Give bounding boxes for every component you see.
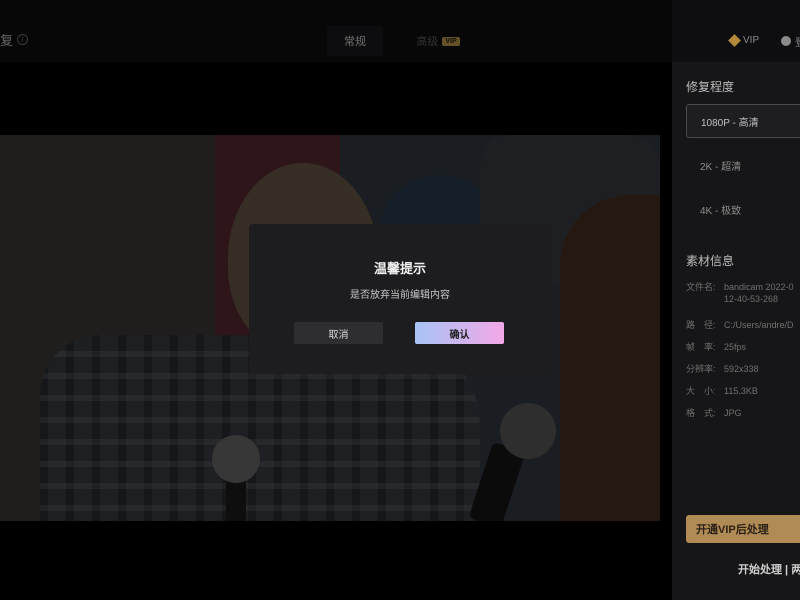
info-filename-cont: 12-40-53-268	[724, 294, 778, 304]
open-vip-button[interactable]: 开通VIP后处理	[686, 515, 800, 543]
info-label: 路 径:	[686, 320, 716, 330]
info-value: C:/Users/andre/D	[724, 320, 794, 330]
cancel-button[interactable]: 取消	[294, 322, 383, 344]
info-value: 12-40-53-268	[724, 294, 779, 304]
info-value: 25fps	[724, 342, 747, 352]
info-value: JPG	[724, 408, 742, 418]
confirm-button[interactable]: 确认	[415, 322, 504, 344]
vip-link[interactable]: VIP	[728, 34, 760, 47]
diamond-icon	[728, 34, 741, 47]
option-4k[interactable]: 4K - 极致	[686, 192, 800, 226]
info-resolution: 分辨率: 592x338	[686, 362, 759, 375]
vip-link-label: VIP	[743, 35, 760, 46]
info-framerate: 帧 率: 25fps	[686, 340, 746, 353]
start-process-button[interactable]: 开始处理 | 两	[738, 561, 800, 577]
option-2k[interactable]: 2K - 超清	[686, 148, 800, 182]
info-value: 592x338	[724, 364, 759, 374]
option-2k-label: 2K - 超清	[700, 161, 742, 173]
info-label: 格 式:	[686, 408, 716, 418]
info-path: 路 径: C:/Users/andre/D	[686, 318, 794, 331]
login-link[interactable]: 登	[795, 34, 800, 49]
info-value: 115.3KB	[724, 386, 758, 396]
user-icon[interactable]	[781, 36, 791, 46]
material-info-heading: 素材信息	[686, 254, 735, 268]
confirm-dialog: 温馨提示 是否放弃当前编辑内容 取消 确认	[249, 224, 551, 374]
info-label: 大 小:	[686, 386, 716, 396]
info-label: 分辨率:	[686, 364, 716, 374]
repair-level-heading: 修复程度	[686, 80, 735, 94]
info-filename: 文件名: bandicam 2022-0	[686, 280, 794, 293]
info-label: 文件名:	[686, 282, 716, 292]
dialog-title: 温馨提示	[373, 261, 426, 276]
option-1080p-label: 1080P - 高清	[701, 117, 759, 129]
info-format: 格 式: JPG	[686, 406, 742, 419]
dialog-message: 是否放弃当前编辑内容	[350, 290, 450, 301]
info-value: bandicam 2022-0	[724, 282, 794, 292]
option-1080p[interactable]: 1080P - 高清	[686, 104, 800, 138]
info-size: 大 小: 115.3KB	[686, 384, 758, 397]
info-label: 帧 率:	[686, 342, 716, 352]
option-4k-label: 4K - 极致	[700, 205, 742, 217]
